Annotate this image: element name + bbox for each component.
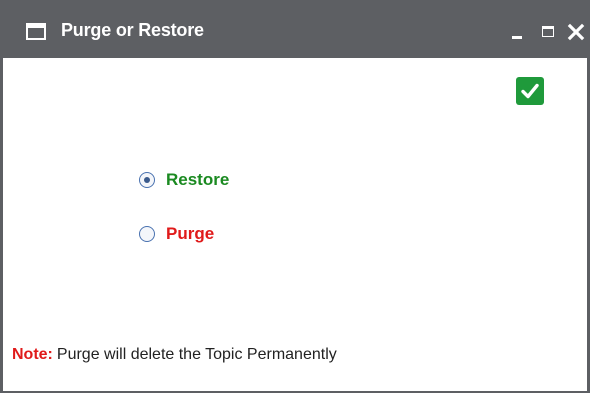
restore-radio[interactable]: [139, 172, 155, 188]
checkmark-icon: [521, 83, 539, 99]
window-title: Purge or Restore: [61, 20, 204, 40]
note-message: Purge will delete the Topic Permanently: [56, 346, 337, 363]
confirm-button[interactable]: [516, 77, 544, 105]
minimize-icon[interactable]: [511, 22, 525, 40]
purge-radio[interactable]: [139, 226, 155, 242]
close-icon[interactable]: [566, 22, 586, 42]
note-text: Note: Purge will delete the Topic Permane…: [12, 346, 337, 364]
maximize-icon[interactable]: [541, 22, 555, 40]
note-label: Note:: [12, 346, 53, 363]
window-icon: [26, 23, 46, 40]
dialog-body: Restore Purge Note: Purge will delete the…: [3, 58, 587, 391]
title-bar[interactable]: Purge or Restore: [0, 0, 590, 58]
purge-restore-dialog: Purge or Restore Restore Purge Note: Purg…: [0, 0, 590, 393]
purge-option[interactable]: Purge: [139, 222, 214, 246]
restore-option[interactable]: Restore: [139, 168, 229, 192]
restore-label: Restore: [166, 170, 230, 189]
purge-label: Purge: [166, 224, 215, 243]
